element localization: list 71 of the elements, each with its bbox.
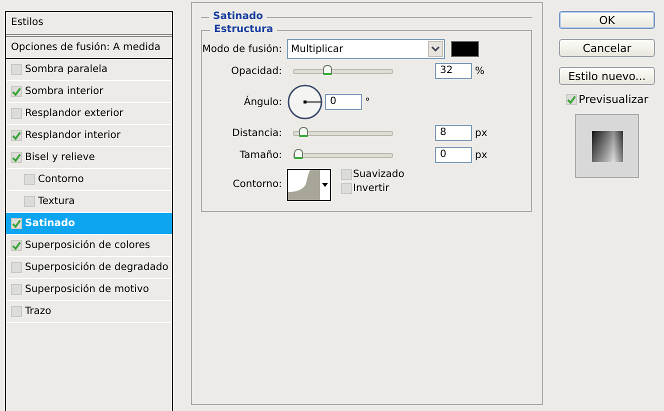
contour-dropdown[interactable] <box>287 169 331 201</box>
unit-label: % <box>475 66 485 76</box>
style-label: Contorno <box>38 174 84 185</box>
checkbox[interactable] <box>11 284 22 295</box>
checkbox[interactable] <box>11 86 22 97</box>
checkbox[interactable] <box>11 262 22 273</box>
checkbox[interactable] <box>24 174 35 185</box>
style-item[interactable]: Sombra interior <box>6 81 172 103</box>
style-label: Trazo <box>25 306 52 317</box>
color-swatch[interactable] <box>451 41 479 57</box>
dialog-button[interactable]: Estilo nuevo... <box>559 67 655 85</box>
style-item[interactable]: Bisel y relieve <box>6 147 172 169</box>
slider-handle[interactable] <box>299 126 308 136</box>
checkbox[interactable] <box>11 218 22 229</box>
style-item[interactable]: Resplandor exterior <box>6 103 172 125</box>
unit-label: px <box>475 128 488 138</box>
checkbox[interactable] <box>341 183 352 194</box>
checkbox-label: Invertir <box>353 183 390 194</box>
field-label: Ángulo: <box>242 96 283 108</box>
blend-mode-dropdown[interactable]: Multiplicar <box>287 39 445 59</box>
style-item[interactable]: Trazo <box>6 301 172 323</box>
blend-options-item[interactable]: Opciones de fusión: A medida <box>6 37 172 59</box>
checkbox[interactable] <box>11 306 22 317</box>
preview-thumbnail <box>575 114 639 178</box>
slider-handle[interactable] <box>294 148 303 158</box>
style-item[interactable]: Superposición de colores <box>6 235 172 257</box>
style-item[interactable]: Resplandor interior <box>6 125 172 147</box>
chevron-down-icon <box>428 41 443 57</box>
style-label: Satinado <box>25 218 76 229</box>
field-label: Modo de fusión: <box>202 44 283 54</box>
style-label: Superposición de motivo <box>25 284 149 295</box>
field-label: Tamaño: <box>238 150 283 160</box>
checkbox[interactable] <box>11 240 22 251</box>
input-field[interactable]: 8 <box>435 125 472 141</box>
field-label: Distancia: <box>231 128 283 138</box>
style-label: Bisel y relieve <box>25 152 95 163</box>
checkbox-label: Suavizado <box>353 169 404 180</box>
checkbox[interactable] <box>11 130 22 141</box>
style-label: Resplandor interior <box>25 130 121 141</box>
style-label: Resplandor exterior <box>25 108 124 119</box>
checkbox[interactable] <box>11 152 22 163</box>
group-title: Estructura <box>210 24 278 35</box>
style-item[interactable]: Superposición de motivo <box>6 279 172 301</box>
style-label: Superposición de colores <box>25 240 150 251</box>
field-label: Contorno: <box>232 179 283 190</box>
style-label: Superposición de degradado <box>25 262 168 273</box>
checkbox-label: Previsualizar <box>578 93 648 106</box>
angle-dial[interactable] <box>287 84 323 120</box>
dialog-button[interactable]: Cancelar <box>559 39 655 57</box>
unit-label: px <box>475 150 488 160</box>
style-item[interactable]: Sombra paralela <box>6 59 172 81</box>
checkbox[interactable] <box>11 64 22 75</box>
input-field[interactable]: 0 <box>435 147 472 163</box>
input-field[interactable]: 32 <box>435 63 472 79</box>
panel-header: Estilos <box>6 12 172 37</box>
style-label: Sombra interior <box>25 86 104 97</box>
checkbox[interactable] <box>24 196 35 207</box>
style-label: Textura <box>38 196 75 207</box>
checkbox[interactable] <box>11 108 22 119</box>
slider-handle[interactable] <box>322 64 332 74</box>
checkbox[interactable] <box>566 94 577 105</box>
style-item[interactable]: Superposición de degradado <box>6 257 172 279</box>
field-label: Opacidad: <box>230 66 283 76</box>
section-title: Satinado <box>209 11 268 22</box>
dialog-button[interactable]: OK <box>559 11 655 29</box>
unit-label: ° <box>365 96 370 108</box>
style-label: Sombra paralela <box>25 64 108 75</box>
contour-curve-icon <box>288 170 320 200</box>
input-field[interactable]: 0 <box>325 94 362 110</box>
checkbox[interactable] <box>341 169 352 180</box>
style-item[interactable]: Contorno <box>6 169 172 191</box>
